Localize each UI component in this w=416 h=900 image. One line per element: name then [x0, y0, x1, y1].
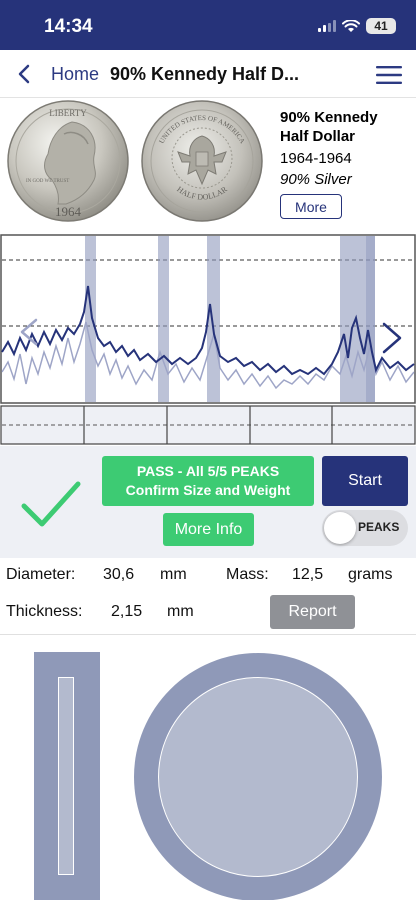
coin-years: 1964-1964 [280, 150, 352, 167]
spectrum-graph [0, 234, 416, 404]
peak-band-3 [207, 236, 220, 402]
status-time: 14:34 [44, 16, 93, 37]
more-button[interactable]: More [280, 194, 342, 219]
result-panel: PASS - All 5/5 PEAKS Confirm Size and We… [0, 446, 416, 558]
thickness-value: 2,15 [111, 603, 143, 620]
pass-status-line1: PASS - All 5/5 PEAKS [136, 463, 280, 479]
mass-value: 12,5 [292, 566, 324, 583]
coin-reverse-image: UNITED STATES OF AMERICA HALF DOLLAR [141, 100, 263, 222]
mass-unit: grams [348, 566, 393, 583]
wifi-icon [342, 19, 360, 32]
peaks-toggle-label: PEAKS [358, 520, 400, 534]
peaks-toggle[interactable]: PEAKS [322, 510, 408, 546]
obverse-liberty-text: LIBERTY [49, 108, 87, 118]
coin-face-diagram [134, 653, 382, 900]
coin-edge-diagram [34, 652, 100, 900]
pass-status-button[interactable]: PASS - All 5/5 PEAKS Confirm Size and We… [102, 456, 314, 506]
peak-band-2 [158, 236, 169, 402]
section-divider [0, 634, 416, 635]
status-bar: 14:34 41 [0, 0, 416, 50]
battery-icon: 41 [366, 18, 396, 34]
obverse-year-text: 1964 [55, 204, 82, 219]
coin-info: 90% Kennedy Half Dollar 1964-1964 90% Si… [280, 108, 410, 219]
home-link[interactable]: Home [51, 64, 99, 85]
peak-band-5 [366, 236, 375, 402]
coin-edge-inner [58, 677, 74, 875]
peaks-toggle-knob[interactable] [324, 512, 356, 544]
diameter-unit: mm [160, 566, 187, 583]
peak-band-4 [340, 236, 366, 402]
cellular-signal-icon [318, 20, 336, 32]
page-title: 90% Kennedy Half D... [110, 64, 300, 84]
status-icons: 41 [318, 18, 396, 34]
diameter-value: 30,6 [103, 566, 135, 583]
obverse-motto-text: IN GOD WE TRUST [26, 179, 69, 184]
checkmark-icon [21, 481, 81, 527]
back-chevron-icon[interactable] [14, 62, 34, 86]
coin-name: 90% Kennedy Half Dollar [280, 109, 378, 145]
start-button[interactable]: Start [322, 456, 408, 506]
peak-band-1 [85, 236, 96, 402]
hamburger-menu-icon[interactable] [376, 66, 402, 84]
nav-bar: Home 90% Kennedy Half D... [0, 50, 416, 98]
peak-slots [0, 405, 416, 445]
mass-label: Mass: [226, 566, 269, 583]
more-info-button[interactable]: More Info [163, 513, 254, 546]
coin-composition: 90% Silver [280, 171, 352, 188]
report-button[interactable]: Report [270, 595, 355, 629]
thickness-unit: mm [167, 603, 194, 620]
diameter-label: Diameter: [6, 566, 76, 583]
coin-obverse-image: LIBERTY IN GOD WE TRUST 1964 [7, 100, 129, 222]
thickness-label: Thickness: [6, 603, 83, 620]
coin-face-inner [158, 677, 358, 877]
pass-status-line2: Confirm Size and Weight [125, 482, 291, 498]
